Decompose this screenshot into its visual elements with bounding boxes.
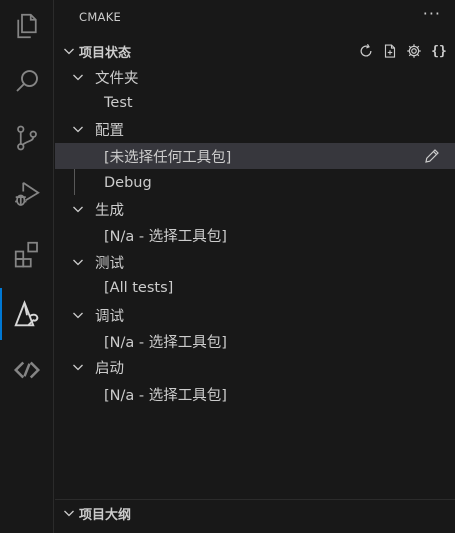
tree-item-label: [N/a - 选择工具包] (104, 334, 227, 351)
chevron-down-icon (73, 206, 83, 213)
activity-run-debug[interactable] (0, 168, 54, 220)
activity-explorer[interactable] (0, 0, 54, 52)
section-actions: {} (357, 40, 449, 62)
tree-item[interactable]: Test (55, 90, 455, 116)
json-braces-button[interactable]: {} (429, 44, 449, 59)
gear-icon[interactable] (405, 42, 423, 60)
tree-item-selected[interactable]: [未选择任何工具包] (55, 143, 455, 169)
chevron-down-icon (73, 312, 83, 319)
tree-item[interactable]: [All tests] (55, 275, 455, 301)
tree-group-label: 启动 (95, 360, 124, 377)
chevron-down-icon (73, 259, 83, 266)
project-status-section-header[interactable]: 项目状态 {} (55, 39, 455, 63)
activity-remote[interactable] (0, 344, 54, 396)
explorer-icon (17, 13, 37, 39)
tree-group-build[interactable]: 生成 (55, 196, 455, 222)
sidebar-title: CMAKE (79, 10, 122, 24)
tree-item[interactable]: [N/a - 选择工具包] (55, 381, 455, 407)
refresh-icon[interactable] (357, 42, 375, 60)
tree-group-label: 生成 (95, 202, 124, 219)
tree-item-label: [未选择任何工具包] (104, 149, 232, 166)
chevron-down-icon (73, 364, 83, 371)
activity-bar (0, 0, 54, 533)
tree-group-configure[interactable]: 配置 (55, 116, 455, 142)
cmake-icon (14, 300, 39, 327)
sidebar-header: CMAKE ··· (55, 0, 455, 35)
more-actions-button[interactable]: ··· (423, 4, 441, 23)
section-title: 项目大纲 (79, 507, 132, 523)
tree-group-launch[interactable]: 启动 (55, 354, 455, 380)
tree-group-debug[interactable]: 调试 (55, 302, 455, 328)
tree-group-folder[interactable]: 文件夹 (55, 64, 455, 90)
chevron-down-icon (73, 126, 83, 133)
tree-group-label: 文件夹 (95, 70, 139, 87)
tree-item[interactable]: [N/a - 选择工具包] (55, 328, 455, 354)
source-control-icon (17, 125, 37, 151)
tree-item-label: [All tests] (104, 280, 174, 296)
tree-group-label: 配置 (95, 122, 124, 139)
edit-icon[interactable] (423, 147, 441, 165)
activity-search[interactable] (0, 55, 54, 107)
cmake-sidebar: CMAKE ··· 项目状态 {} 文件夹 Test 配置 [未选择任何工具包]… (55, 0, 455, 533)
tree-item-label: Debug (104, 175, 152, 191)
tree-item[interactable]: Debug (55, 170, 455, 196)
tree-group-label: 测试 (95, 255, 124, 272)
activity-source-control[interactable] (0, 112, 54, 164)
chevron-down-icon (64, 510, 74, 517)
chevron-down-icon (64, 48, 74, 55)
project-outline-section-header[interactable]: 项目大纲 (55, 501, 455, 525)
new-file-icon[interactable] (381, 42, 399, 60)
project-outline-section: 项目大纲 (55, 499, 455, 533)
extensions-icon (14, 241, 38, 268)
tree-group-test[interactable]: 测试 (55, 249, 455, 275)
remote-icon (13, 361, 41, 379)
chevron-down-icon (73, 74, 83, 81)
run-debug-icon (15, 182, 40, 206)
section-title: 项目状态 (79, 45, 132, 61)
search-icon (16, 70, 38, 92)
tree-item-label: [N/a - 选择工具包] (104, 387, 227, 404)
tree-item-label: Test (104, 95, 133, 111)
tree-item-label: [N/a - 选择工具包] (104, 228, 227, 245)
activity-cmake[interactable] (0, 288, 54, 340)
tree-group-label: 调试 (95, 308, 124, 325)
tree-item[interactable]: [N/a - 选择工具包] (55, 222, 455, 248)
activity-extensions[interactable] (0, 228, 54, 280)
